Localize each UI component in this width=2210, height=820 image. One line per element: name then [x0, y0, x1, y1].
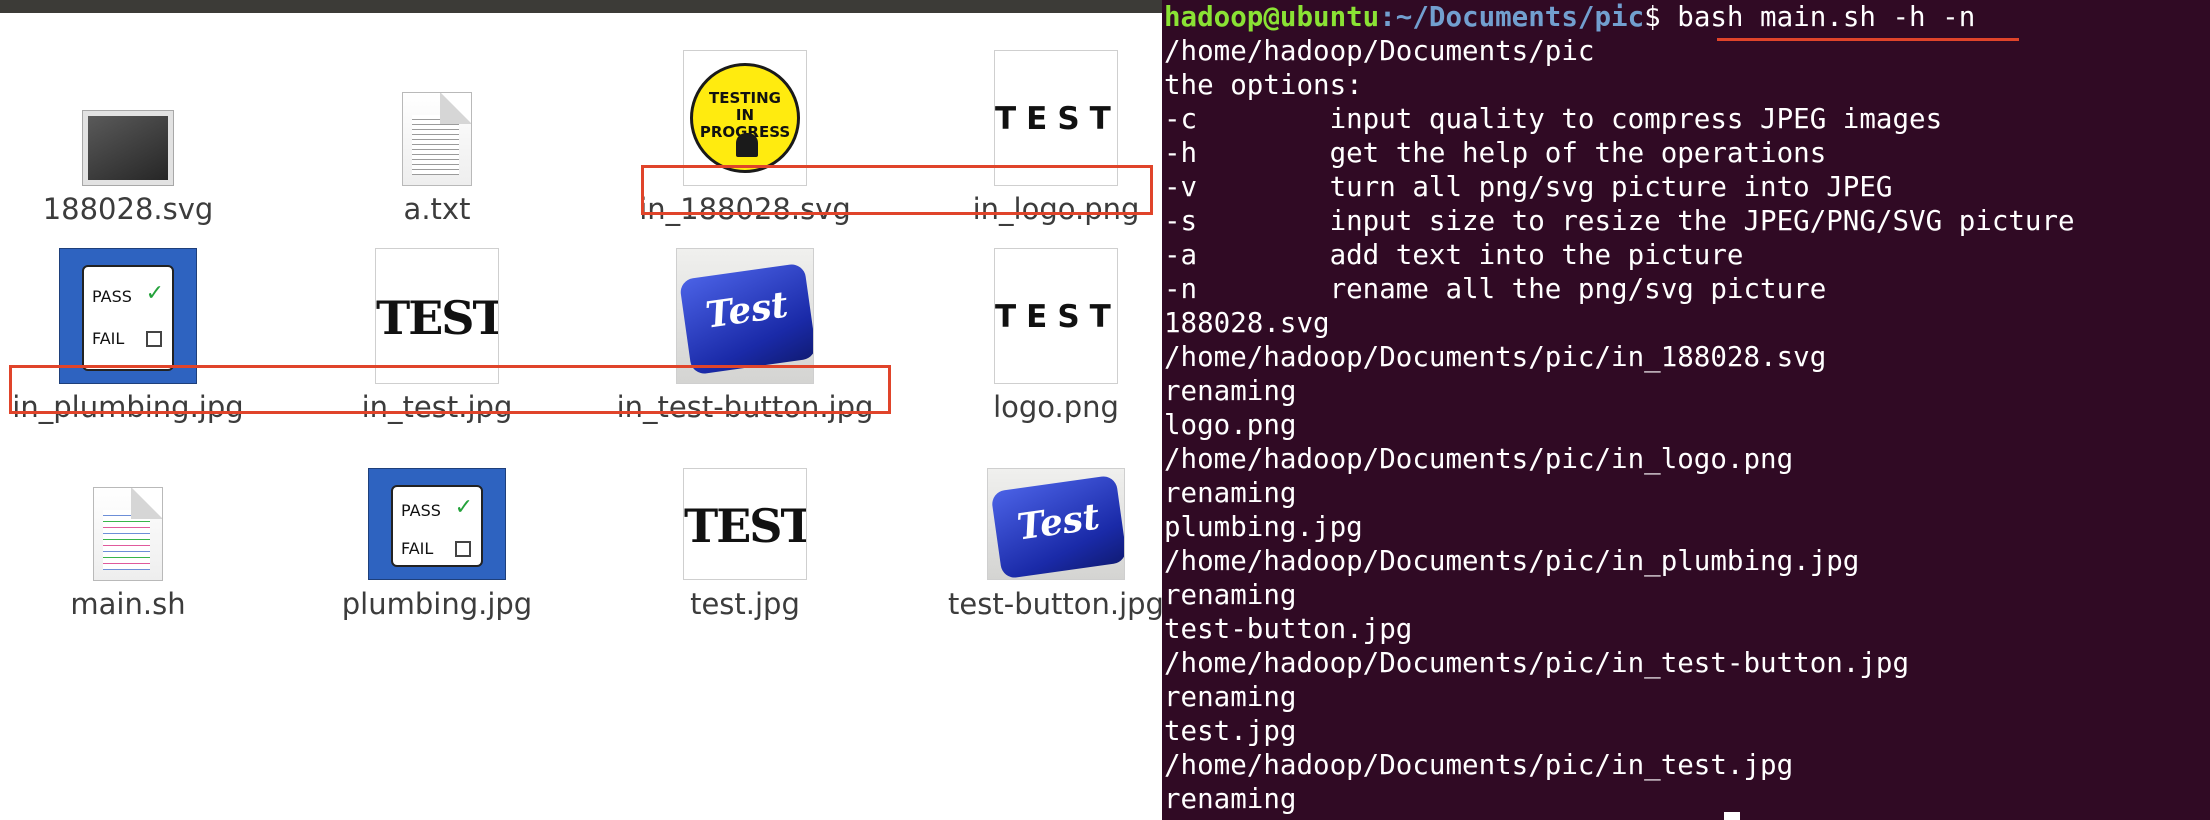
terminal-output-line: /home/hadoop/Documents/pic/in_188028.svg [1164, 341, 1827, 373]
file-name: test.jpg [690, 587, 800, 621]
terminal-output-line: /home/hadoop/Documents/pic/in_plumbing.j… [1164, 545, 1860, 577]
terminal-output-line: -c input quality to compress JPEG images [1164, 103, 1943, 135]
file-name: plumbing.jpg [341, 587, 533, 621]
terminal-window[interactable]: hadoop@ubuntu:~/Documents/pic$ bash main… [1162, 0, 2210, 820]
logo-thumbnail: TEST [994, 248, 1118, 384]
highlight-box-renamed-row2 [9, 365, 891, 414]
terminal-output-line: -s input size to resize the JPEG/PNG/SVG… [1164, 205, 2075, 237]
terminal-output-line: renaming [1164, 477, 1297, 509]
terminal-output-line: /home/hadoop/Documents/pic/in_logo.png [1164, 443, 1794, 475]
prompt-path: :~/Documents/pic [1379, 1, 1645, 33]
terminal-cursor [1724, 812, 1740, 820]
terminal-command: bash main.sh -h -n [1677, 1, 1976, 33]
terminal-output-line: -n rename all the png/svg picture [1164, 273, 1827, 305]
terminal-output-line: logo.png [1164, 409, 1297, 441]
test-key-thumbnail: Test [987, 468, 1125, 580]
test-text-thumbnail: TEST [375, 248, 499, 384]
file-manager-window: 188028.svg a.txt TESTING IN PROGRESS in_18… [0, 0, 1162, 820]
terminal-output-line: test.jpg [1164, 715, 1297, 747]
script-file-icon [93, 487, 163, 581]
file-item-main-sh[interactable]: main.sh [0, 415, 278, 621]
text-file-icon [402, 92, 472, 186]
terminal-output-line: 188028.svg [1164, 307, 1330, 339]
prompt-user: hadoop@ubuntu [1164, 1, 1380, 33]
file-item-test-button-jpg[interactable]: Test test-button.jpg [906, 415, 1162, 621]
file-item-logo-png[interactable]: TEST logo.png [906, 218, 1162, 424]
file-name: test-button.jpg [948, 587, 1162, 621]
pass-fail-thumbnail: PASS ✓ FAIL [368, 468, 506, 580]
file-item-a-txt[interactable]: a.txt [287, 20, 587, 226]
terminal-prompt-line: hadoop@ubuntu:~/Documents/pic$ bash main… [1164, 0, 1975, 34]
highlight-box-renamed-row1 [641, 165, 1153, 215]
terminal-output-line: plumbing.jpg [1164, 511, 1363, 543]
terminal-output-line: -a add text into the picture [1164, 239, 1744, 271]
file-item-plumbing-jpg[interactable]: PASS ✓ FAIL plumbing.jpg [287, 415, 587, 621]
prompt-symbol: $ [1644, 1, 1678, 33]
terminal-output-line: renaming [1164, 375, 1297, 407]
terminal-output-line: test-button.jpg [1164, 613, 1413, 645]
test-key-thumbnail: Test [676, 248, 814, 384]
terminal-output-line: renaming [1164, 681, 1297, 713]
file-name: main.sh [70, 587, 186, 621]
command-underline-annotation [1717, 38, 2019, 41]
terminal-output-line: /home/hadoop/Documents/pic [1164, 35, 1595, 67]
terminal-output-line: /home/hadoop/Documents/pic/in_test.jpg [1164, 749, 1794, 781]
svg-image-icon [82, 110, 174, 186]
terminal-output-line: renaming [1164, 579, 1297, 611]
file-item-188028-svg[interactable]: 188028.svg [0, 20, 278, 226]
terminal-output-line: -v turn all png/svg picture into JPEG [1164, 171, 1893, 203]
terminal-output-line: the options: [1164, 69, 1363, 101]
window-top-bar [0, 0, 1162, 13]
file-item-test-jpg[interactable]: TEST test.jpg [595, 415, 895, 621]
test-text-thumbnail: TEST [683, 468, 807, 580]
pass-fail-thumbnail: PASS ✓ FAIL [59, 248, 197, 384]
terminal-output-line: -h get the help of the operations [1164, 137, 1827, 169]
terminal-output-line: /home/hadoop/Documents/pic/in_test-butto… [1164, 647, 1910, 679]
terminal-output-line: renaming [1164, 783, 1297, 815]
